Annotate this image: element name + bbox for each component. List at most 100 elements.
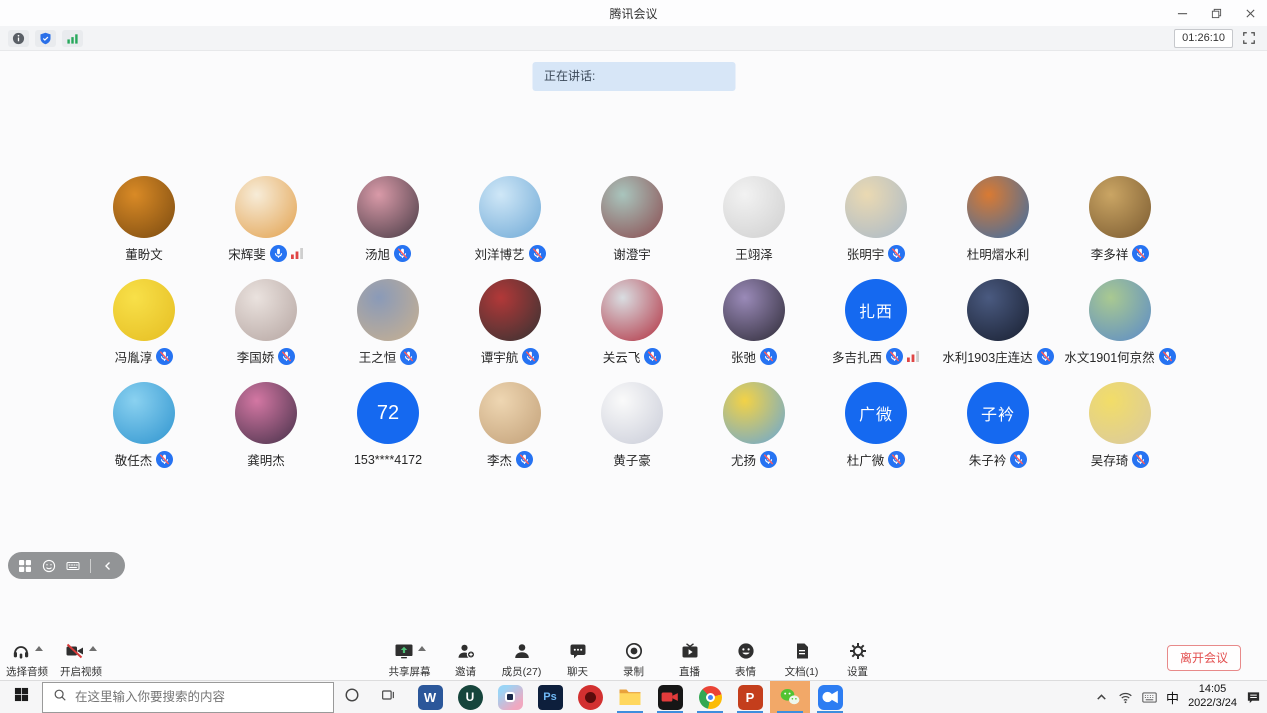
keyboard-icon [1142, 690, 1157, 705]
participant-tile[interactable]: 水利1903庄连达 [937, 279, 1059, 365]
taskbar-app-explorer[interactable] [610, 681, 650, 713]
start-video-button[interactable]: 开启视频 [60, 641, 102, 679]
word-icon: W [418, 685, 443, 710]
collapse-left-icon[interactable] [101, 559, 115, 573]
control-label: 设置 [847, 664, 868, 679]
participant-name: 朱子衿 [969, 450, 1007, 469]
participant-avatar [235, 279, 297, 341]
participant-tile[interactable]: 水文1901何京然 [1059, 279, 1181, 365]
meeting-info-button[interactable] [8, 30, 29, 47]
control-members-button[interactable]: 成员(27) [501, 641, 543, 679]
participant-tile[interactable]: 冯胤淳 [83, 279, 205, 365]
taskbar-app-recorder[interactable] [650, 681, 690, 713]
control-emoji-button[interactable]: 表情 [725, 641, 767, 679]
participant-tile[interactable]: 张明宇 [815, 176, 937, 262]
taskbar-app-wechat[interactable] [770, 681, 810, 713]
cortana-button[interactable] [334, 681, 370, 713]
participant-tile[interactable]: 关云飞 [571, 279, 693, 365]
restore-button[interactable] [1199, 0, 1233, 26]
emoji-dock-icon[interactable] [42, 559, 56, 573]
tray-expand-button[interactable] [1094, 690, 1109, 705]
control-doc-button[interactable]: 文档(1) [781, 641, 823, 679]
taskbar-app-meeting[interactable] [810, 681, 850, 713]
participant-avatar [845, 176, 907, 238]
ime-indicator[interactable]: 中 [1166, 688, 1179, 707]
participant-tile[interactable]: 子衿 朱子衿 [937, 382, 1059, 468]
minimize-button[interactable] [1165, 0, 1199, 26]
control-live-button[interactable]: 直播 [669, 641, 711, 679]
participant-tile[interactable]: 刘洋博艺 [449, 176, 571, 262]
participant-tile[interactable]: 吴存琦 [1059, 382, 1181, 468]
participant-tile[interactable]: 72 153****4172 [327, 382, 449, 468]
taskbar-app-jianying[interactable] [490, 681, 530, 713]
participant-tile[interactable]: 李国娇 [205, 279, 327, 365]
settings-icon [848, 641, 868, 661]
participant-tile[interactable]: 杜明熠水利 [937, 176, 1059, 262]
control-settings-button[interactable]: 设置 [837, 641, 879, 679]
control-share-button[interactable]: 共享屏幕 [389, 641, 431, 679]
layout-grid-icon[interactable] [18, 559, 32, 573]
action-center-button[interactable] [1246, 690, 1261, 705]
search-input[interactable] [75, 690, 323, 704]
start-button[interactable] [0, 681, 42, 713]
control-invite-button[interactable]: 邀请 [445, 641, 487, 679]
control-record-button[interactable]: 录制 [613, 641, 655, 679]
taskbar-app-powerpoint[interactable]: P [730, 681, 770, 713]
touch-keyboard-button[interactable] [1142, 690, 1157, 705]
select-audio-button[interactable]: 选择音频 [6, 641, 48, 679]
minimize-icon [1177, 8, 1188, 19]
participant-tile[interactable]: 黄子豪 [571, 382, 693, 468]
participant-tile[interactable]: 扎西 多吉扎西 [815, 279, 937, 365]
leave-meeting-button[interactable]: 离开会议 [1167, 645, 1241, 671]
system-tray: 中 14:05 2022/3/24 [1094, 683, 1267, 711]
mic-muted-icon [529, 245, 546, 262]
meeting-security-button[interactable] [35, 30, 56, 47]
task-view-button[interactable] [370, 681, 406, 713]
participant-tile[interactable]: 尤扬 [693, 382, 815, 468]
jianying-icon [498, 685, 523, 710]
control-label: 聊天 [567, 664, 588, 679]
control-chat-button[interactable]: 聊天 [557, 641, 599, 679]
participant-tile[interactable]: 谭宇航 [449, 279, 571, 365]
participant-tile[interactable]: 王翊泽 [693, 176, 815, 262]
participant-tile[interactable]: 宋辉斐 [205, 176, 327, 262]
participant-tile[interactable]: 王之恒 [327, 279, 449, 365]
window-controls [1165, 0, 1267, 26]
participant-name: 多吉扎西 [832, 347, 882, 366]
taskbar-app-utorrent[interactable]: U [450, 681, 490, 713]
live-icon [680, 641, 700, 661]
chevron-up-icon[interactable] [89, 646, 97, 651]
wechat-icon [778, 685, 803, 710]
search-icon [53, 688, 67, 707]
participant-tile[interactable]: 李多祥 [1059, 176, 1181, 262]
headset-icon [11, 641, 31, 661]
close-button[interactable] [1233, 0, 1267, 26]
taskbar-app-chrome[interactable] [690, 681, 730, 713]
members-icon [512, 641, 532, 661]
participant-avatar [479, 279, 541, 341]
participant-tile[interactable]: 广微 杜广微 [815, 382, 937, 468]
participant-tile[interactable]: 汤旭 [327, 176, 449, 262]
participant-avatar: 子衿 [967, 382, 1029, 444]
participant-tile[interactable]: 龚明杰 [205, 382, 327, 468]
control-label: 录制 [623, 664, 644, 679]
participant-tile[interactable]: 董盼文 [83, 176, 205, 262]
participant-name: 杜广微 [847, 450, 885, 469]
participant-tile[interactable]: 谢澄宇 [571, 176, 693, 262]
wifi-button[interactable] [1118, 690, 1133, 705]
taskbar-app-redapp[interactable] [570, 681, 610, 713]
chevron-up-icon[interactable] [35, 646, 43, 651]
participant-tile[interactable]: 张弛 [693, 279, 815, 365]
taskbar-search[interactable] [42, 682, 334, 713]
network-quality-button[interactable] [62, 30, 83, 47]
taskbar-app-word[interactable]: W [410, 681, 450, 713]
fullscreen-button[interactable] [1239, 28, 1259, 48]
chat-icon [568, 641, 588, 661]
taskbar-clock[interactable]: 14:05 2022/3/24 [1188, 683, 1237, 711]
taskbar-app-photoshop[interactable]: Ps [530, 681, 570, 713]
participant-tile[interactable]: 敬任杰 [83, 382, 205, 468]
red-app-icon [578, 685, 603, 710]
chevron-up-icon[interactable] [418, 646, 426, 651]
keyboard-dock-icon[interactable] [66, 559, 80, 573]
participant-tile[interactable]: 李杰 [449, 382, 571, 468]
